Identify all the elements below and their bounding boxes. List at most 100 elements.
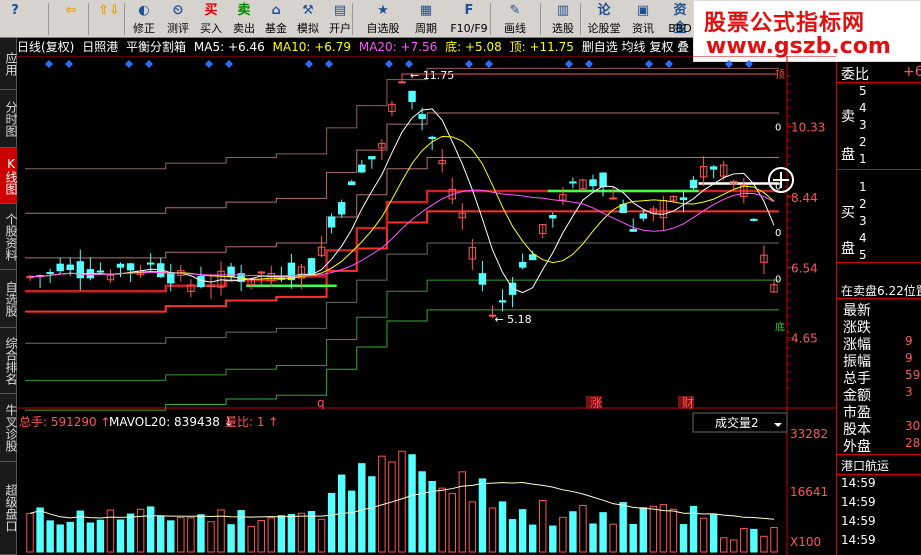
signal-diamond — [585, 60, 593, 68]
updown-button[interactable]: ⇧⇩ — [92, 0, 124, 38]
high-price-label: ← 11.75 — [410, 69, 454, 82]
evaluate-label: 测评 — [167, 22, 189, 35]
candle-body — [398, 81, 406, 84]
tab-5[interactable]: 综合排名 — [0, 328, 18, 394]
toolbar-separator — [88, 3, 89, 35]
buy-icon: 买 — [204, 3, 218, 18]
news-button[interactable]: ▣ 资讯 — [625, 0, 661, 38]
screener-button[interactable]: ▥ 选股 — [545, 0, 581, 38]
volume-bar — [649, 505, 658, 553]
candle-body — [679, 197, 688, 201]
tab-3[interactable]: 个股资料 — [0, 204, 18, 270]
header-extra-buttons[interactable]: 删自选 均线 复权 叠 — [582, 40, 689, 54]
candle-body — [307, 258, 316, 276]
signal-diamond — [725, 60, 733, 68]
volume-bar — [438, 487, 446, 553]
order-notice: 在卖盘6.22位置 — [841, 284, 921, 298]
tab-0[interactable]: 应用 — [0, 38, 18, 90]
candle-body — [56, 263, 64, 272]
volume-bar — [257, 519, 265, 553]
watermark-title: 股票公式指标网 — [704, 11, 866, 36]
volume-bar — [26, 512, 34, 553]
evaluate-button[interactable]: ⏲ 测评 — [162, 0, 194, 38]
price-label-10.33: 10.33 — [791, 121, 825, 135]
help-icon: ? — [11, 3, 19, 18]
candle-body — [589, 179, 597, 187]
volume-total: 总手: 591290 ↑ — [19, 415, 111, 429]
indicator-name[interactable]: 平衡分割箱 — [126, 40, 186, 54]
candle-body — [750, 218, 758, 221]
watchlist-button[interactable]: ★ 自选股 — [360, 0, 406, 38]
candle-body — [609, 197, 617, 200]
watchlist-icon: ★ — [377, 3, 389, 18]
volume-bar — [177, 517, 185, 553]
simulate-label: 模拟 — [297, 22, 319, 35]
candle-body — [709, 166, 718, 170]
volume-bar — [478, 478, 487, 553]
panel-divider — [837, 262, 921, 263]
fund-icon: ⌂ — [271, 3, 281, 18]
signal-diamond — [305, 60, 313, 68]
fund-label: 基金 — [265, 22, 287, 35]
correct-button[interactable]: ◐ 修正 — [128, 0, 160, 38]
drawing-label: 画线 — [504, 22, 526, 35]
fund-button[interactable]: ⌂ 基金 — [260, 0, 292, 38]
volume-bar — [36, 507, 44, 553]
tab-2[interactable]: K线图 — [0, 148, 18, 204]
period-icon: ▦ — [419, 3, 433, 18]
candle-body — [146, 262, 155, 265]
candle-body — [197, 275, 205, 288]
volume-bar — [559, 516, 567, 553]
stat-value-2: 9 — [905, 334, 913, 348]
app-window: ? ⇦ ⇧⇩ ◐ 修正 ⏲ 测评买买入卖卖出 ⌂ 基金 ⚒ 模拟 ▤ 开户 ★ 自选股 ▦ 周期 F F10/F9 ✎… — [0, 0, 921, 555]
toolbar-separator — [48, 3, 49, 35]
volume-bar — [197, 514, 205, 553]
left-tab-strip: 应用 分时图 K线图 个股资料 自选股 综合排名 牛叉诊股 超级盘口 — [0, 38, 18, 555]
back-button[interactable]: ⇦ — [54, 0, 88, 38]
volume-mavol: MAVOL20: 839438 ↓ — [109, 415, 234, 429]
weibi-value: +64 — [903, 64, 921, 80]
period-label: 周期 — [415, 22, 437, 35]
period-button[interactable]: ▦ 周期 — [410, 0, 442, 38]
signal-diamond — [485, 60, 493, 68]
trade-time-2: 14:59 — [841, 514, 876, 528]
simulate-button[interactable]: ⚒ 模拟 — [292, 0, 324, 38]
tab-1[interactable]: 分时图 — [0, 90, 18, 148]
f10-button[interactable]: F F10/F9 — [445, 0, 493, 38]
panel-divider — [837, 169, 921, 170]
volume-bar — [699, 517, 708, 553]
candle-body — [639, 213, 647, 219]
kline-chart[interactable]: 10.338.446.544.65← 11.75← 5.18顶0000底q 涨财总… — [17, 56, 836, 555]
volume-bar — [86, 522, 95, 553]
volume-bar — [569, 511, 577, 553]
volume-bar — [448, 492, 456, 553]
volume-bar — [418, 471, 426, 553]
period-label[interactable]: 日线(复权) — [17, 40, 74, 54]
box-line-upper3 — [25, 67, 779, 170]
volume-bar — [227, 524, 235, 553]
buy-button[interactable]: 买买入 — [195, 0, 227, 38]
box-line-lower3 — [25, 279, 779, 381]
sell-button[interactable]: 卖卖出 — [228, 0, 260, 38]
box-line-bottom — [25, 309, 779, 411]
stock-name: 日照港 — [82, 40, 119, 54]
volume-axis-2: X100 — [790, 535, 821, 549]
buy-level-4: 4 — [859, 231, 867, 245]
tab-7[interactable]: 超级盘口 — [0, 462, 18, 555]
help-button[interactable]: ? — [0, 0, 30, 38]
volume-bar — [518, 509, 527, 553]
candle-body — [46, 272, 54, 275]
candle-body — [629, 229, 637, 232]
forum-button[interactable]: 论论股堂 — [585, 0, 623, 38]
stat-value-7: 30 — [905, 419, 921, 433]
sell-level-1: 1 — [859, 152, 867, 166]
tab-4[interactable]: 自选股 — [0, 270, 18, 328]
back-icon: ⇦ — [65, 3, 77, 18]
volume-bar — [348, 490, 356, 553]
tab-6[interactable]: 牛叉诊股 — [0, 394, 18, 462]
candle-body — [478, 273, 487, 285]
drawing-button[interactable]: ✎ 画线 — [495, 0, 535, 38]
forum-icon: 论 — [597, 3, 611, 18]
buy-level-5: 5 — [859, 248, 867, 262]
candle-body — [116, 263, 125, 268]
